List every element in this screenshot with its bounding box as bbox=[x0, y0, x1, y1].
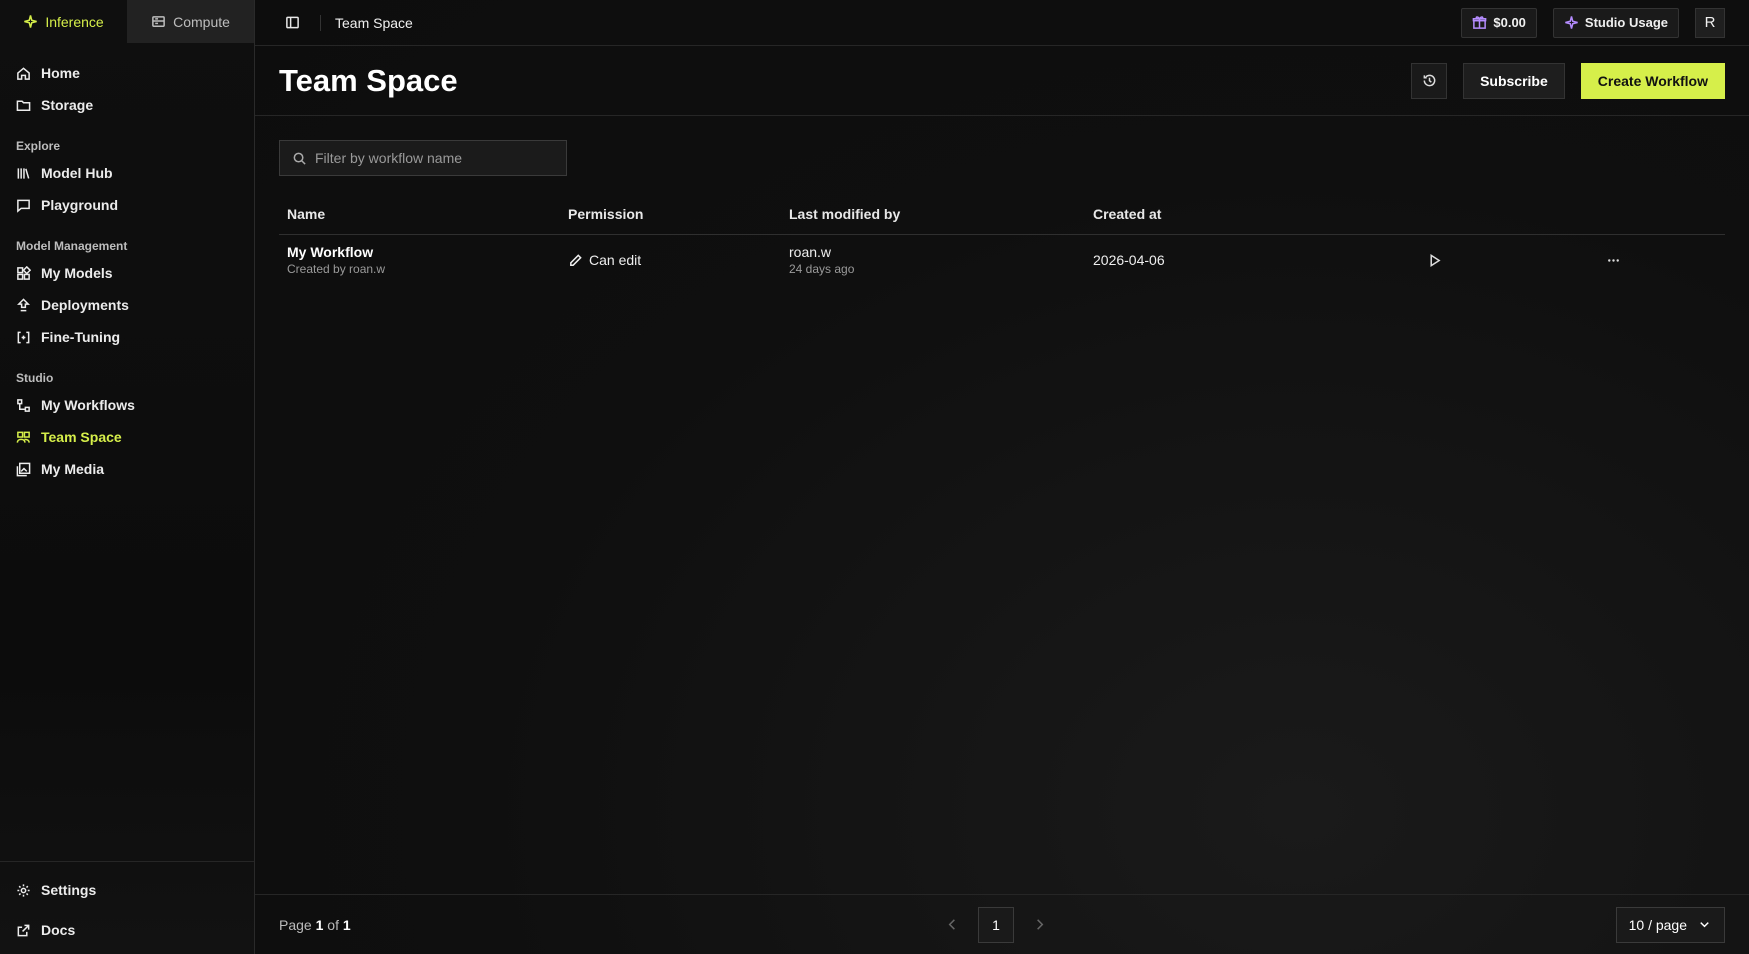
sidebar-item-storage[interactable]: Storage bbox=[0, 89, 254, 121]
sidebar-item-my-media[interactable]: My Media bbox=[0, 453, 254, 485]
column-header-name[interactable]: Name bbox=[279, 194, 560, 235]
content: Name Permission Last modified by Created… bbox=[255, 116, 1749, 894]
folder-icon bbox=[16, 98, 31, 113]
page-button-1[interactable]: 1 bbox=[978, 906, 1014, 943]
permission-label: Can edit bbox=[589, 252, 642, 269]
sidebar-item-label: Home bbox=[41, 65, 80, 81]
gear-icon bbox=[16, 883, 31, 898]
section-studio-title: Studio bbox=[16, 371, 54, 385]
workflow-icon bbox=[16, 398, 31, 413]
subscribe-button[interactable]: Subscribe bbox=[1463, 62, 1565, 99]
main-area: Team Space $0.00 Studio Usage R Team Spa… bbox=[255, 0, 1749, 954]
avatar[interactable]: R bbox=[1695, 7, 1725, 38]
workflow-table: Name Permission Last modified by Created… bbox=[279, 194, 1725, 286]
sidebar-item-deployments[interactable]: Deployments bbox=[0, 289, 254, 321]
sidebar-item-home[interactable]: Home bbox=[0, 57, 254, 89]
tab-compute-label: Compute bbox=[173, 13, 230, 30]
column-header-last-modified[interactable]: Last modified by bbox=[781, 194, 1085, 235]
sidebar-item-label: Team Space bbox=[41, 429, 122, 445]
balance-button[interactable]: $0.00 bbox=[1461, 7, 1537, 38]
sidebar-item-label: My Media bbox=[41, 461, 105, 477]
history-icon bbox=[1422, 73, 1437, 88]
sidebar-item-settings[interactable]: Settings bbox=[0, 870, 254, 910]
server-icon bbox=[151, 14, 166, 29]
tune-icon bbox=[16, 330, 31, 345]
prev-page-icon[interactable] bbox=[945, 917, 960, 932]
home-icon bbox=[16, 66, 31, 81]
sparkle-icon bbox=[23, 14, 38, 29]
chat-icon bbox=[16, 198, 31, 213]
sidebar-item-playground[interactable]: Playground bbox=[0, 189, 254, 221]
pagination-footer: Page 1 of 1 1 10 / page bbox=[255, 894, 1749, 954]
table-row[interactable]: My Workflow Created by roan.w Can edit r… bbox=[279, 234, 1725, 286]
gift-icon bbox=[1472, 15, 1487, 30]
history-button[interactable] bbox=[1411, 62, 1448, 99]
created-at: 2026-04-06 bbox=[1093, 252, 1165, 269]
workflow-name[interactable]: My Workflow bbox=[287, 244, 560, 260]
section-explore-title: Explore bbox=[16, 139, 61, 153]
balance-value: $0.00 bbox=[1493, 15, 1526, 30]
sidebar-item-label: Docs bbox=[41, 922, 76, 938]
library-icon bbox=[16, 166, 31, 181]
sidebar-nav: Home Storage Explore Model Hub Playgroun… bbox=[0, 43, 254, 861]
search-icon bbox=[292, 151, 307, 166]
media-icon bbox=[16, 462, 31, 477]
search-box[interactable] bbox=[279, 140, 567, 176]
sidebar-item-label: Fine-Tuning bbox=[41, 329, 121, 345]
models-icon bbox=[16, 265, 31, 281]
sidebar-bottom: Settings Docs bbox=[0, 861, 254, 954]
sidebar-item-label: My Models bbox=[41, 265, 113, 281]
deploy-icon bbox=[16, 297, 31, 313]
sparkle-icon bbox=[1564, 15, 1579, 30]
pager: 1 bbox=[945, 906, 1047, 943]
sidebar: Inference Compute Home Storage Explore M… bbox=[0, 0, 255, 954]
team-icon bbox=[16, 430, 31, 445]
tab-inference[interactable]: Inference bbox=[0, 0, 127, 43]
page-header: Team Space Subscribe Create Workflow bbox=[255, 46, 1749, 116]
play-icon bbox=[1427, 253, 1442, 268]
workflow-created-by: Created by roan.w bbox=[287, 262, 386, 277]
tab-compute[interactable]: Compute bbox=[127, 0, 254, 43]
sidebar-item-label: My Workflows bbox=[41, 397, 135, 413]
topbar: Team Space $0.00 Studio Usage R bbox=[255, 0, 1749, 46]
search-input[interactable] bbox=[315, 150, 554, 166]
permission: Can edit bbox=[568, 252, 781, 268]
sidebar-item-team-space[interactable]: Team Space bbox=[0, 421, 254, 453]
column-header-permission[interactable]: Permission bbox=[560, 194, 781, 235]
sidebar-item-label: Settings bbox=[41, 882, 97, 898]
next-page-icon[interactable] bbox=[1032, 917, 1047, 932]
chevron-down-icon bbox=[1697, 917, 1712, 932]
sidebar-toggle-icon[interactable] bbox=[285, 15, 300, 30]
pencil-icon bbox=[568, 253, 583, 268]
per-page-select[interactable]: 10 / page bbox=[1615, 906, 1725, 943]
create-workflow-button[interactable]: Create Workflow bbox=[1580, 62, 1725, 99]
sidebar-item-label: Deployments bbox=[41, 297, 129, 313]
sidebar-item-fine-tuning[interactable]: Fine-Tuning bbox=[0, 321, 254, 353]
app: Inference Compute Home Storage Explore M… bbox=[0, 0, 1749, 954]
sidebar-item-label: Storage bbox=[41, 97, 94, 113]
run-button[interactable] bbox=[1375, 253, 1494, 268]
sidebar-item-label: Model Hub bbox=[41, 165, 113, 181]
studio-usage-label: Studio Usage bbox=[1584, 15, 1668, 30]
more-icon bbox=[1606, 253, 1621, 268]
external-link-icon bbox=[16, 923, 31, 938]
sidebar-item-label: Playground bbox=[41, 197, 119, 213]
product-tabs: Inference Compute bbox=[0, 0, 254, 43]
table-header-row: Name Permission Last modified by Created… bbox=[279, 194, 1725, 235]
studio-usage-button[interactable]: Studio Usage bbox=[1552, 7, 1679, 38]
page-title: Team Space bbox=[279, 62, 458, 98]
sidebar-item-docs[interactable]: Docs bbox=[0, 910, 254, 950]
column-header-created-at[interactable]: Created at bbox=[1085, 194, 1367, 235]
per-page-value: 10 / page bbox=[1628, 916, 1687, 933]
section-model-management-title: Model Management bbox=[16, 239, 128, 253]
sidebar-item-model-hub[interactable]: Model Hub bbox=[0, 157, 254, 189]
modified-ago: 24 days ago bbox=[789, 262, 855, 277]
more-button[interactable] bbox=[1502, 253, 1725, 268]
modified-by: roan.w bbox=[789, 244, 832, 261]
breadcrumb: Team Space bbox=[320, 14, 413, 31]
tab-inference-label: Inference bbox=[45, 13, 104, 30]
page-info: Page 1 of 1 bbox=[279, 916, 351, 933]
sidebar-item-my-workflows[interactable]: My Workflows bbox=[0, 389, 254, 421]
sidebar-item-my-models[interactable]: My Models bbox=[0, 257, 254, 289]
